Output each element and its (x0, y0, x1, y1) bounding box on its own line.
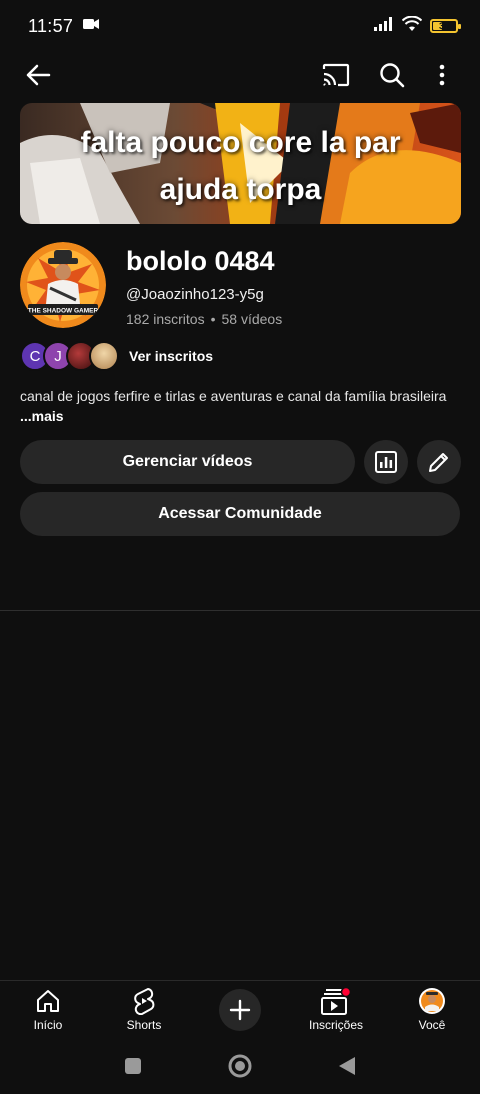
banner-line-1: falta pouco core la par (80, 126, 401, 159)
battery-icon: 37 (430, 19, 461, 33)
search-icon[interactable] (370, 53, 414, 97)
edit-channel-button[interactable] (417, 440, 461, 484)
nav-item-you[interactable]: Você (384, 987, 480, 1032)
subscriptions-icon (321, 987, 351, 1015)
battery-level: 37 (438, 21, 449, 31)
banner-line-2: ajuda torpa (159, 173, 322, 206)
home-icon (35, 987, 61, 1015)
notification-dot (340, 987, 351, 998)
nav-label-home: Início (33, 1018, 63, 1032)
bottom-navigation: Início Shorts Inscrições Você (0, 980, 480, 1042)
nav-label-shorts: Shorts (126, 1018, 162, 1032)
channel-stats: 182 inscritos • 58 vídeos (126, 311, 282, 327)
stats-separator: • (210, 311, 216, 327)
channel-avatar-image: THE SHADOW GAMER (20, 242, 106, 328)
channel-header: THE SHADOW GAMER bololo 0484 @Joaozinho1… (20, 242, 460, 328)
more-vert-icon[interactable] (420, 53, 464, 97)
status-bar: 11:57 37 (0, 0, 480, 52)
status-time: 11:57 (28, 15, 74, 36)
back-triangle-icon[interactable] (338, 1056, 356, 1081)
nav-item-shorts[interactable]: Shorts (96, 987, 192, 1032)
nav-label-subscriptions: Inscrições (308, 1018, 364, 1032)
view-subscribers-label: Ver inscritos (129, 348, 214, 364)
recents-icon[interactable] (124, 1057, 142, 1080)
app-bar (0, 52, 480, 98)
system-navigation (0, 1042, 480, 1094)
channel-handle: @Joaozinho123-y5g (126, 286, 264, 303)
signal-icon (374, 16, 394, 36)
profile-avatar-icon (418, 987, 446, 1015)
nav-item-home[interactable]: Início (0, 987, 96, 1032)
shorts-icon (132, 987, 156, 1015)
banner-text: falta pouco core la par ajuda torpa (20, 119, 461, 213)
description-more-link[interactable]: ...mais (20, 406, 465, 426)
channel-name: bololo 0484 (126, 246, 275, 276)
wifi-icon (401, 15, 423, 36)
home-circle-icon[interactable] (228, 1054, 252, 1083)
cast-icon[interactable] (314, 53, 358, 97)
analytics-button[interactable] (364, 440, 408, 484)
view-subscribers-row[interactable]: C J Ver inscritos (20, 341, 213, 371)
analytics-icon (375, 451, 397, 473)
create-plus-icon (219, 989, 261, 1031)
pencil-icon (429, 453, 448, 472)
subscriber-avatar (89, 341, 119, 371)
video-count: 58 vídeos (221, 311, 283, 327)
manage-videos-button[interactable]: Gerenciar vídeos (20, 440, 355, 484)
nav-item-subscriptions[interactable]: Inscrições (288, 987, 384, 1032)
divider (0, 610, 480, 611)
subscriber-count: 182 inscritos (126, 311, 205, 327)
community-button[interactable]: Acessar Comunidade (20, 492, 460, 536)
channel-avatar[interactable]: THE SHADOW GAMER (20, 242, 106, 328)
back-arrow-icon[interactable] (16, 53, 60, 97)
nav-item-create[interactable] (192, 987, 288, 1031)
channel-description[interactable]: canal de jogos ferfire e tirlas e aventu… (20, 386, 465, 426)
channel-banner: falta pouco core la par ajuda torpa (20, 103, 461, 224)
nav-label-you: Você (418, 1018, 446, 1032)
description-text: canal de jogos ferfire e tirlas e aventu… (20, 388, 447, 404)
video-record-icon (83, 17, 100, 35)
avatar-logo-text: THE SHADOW GAMER (28, 308, 99, 315)
